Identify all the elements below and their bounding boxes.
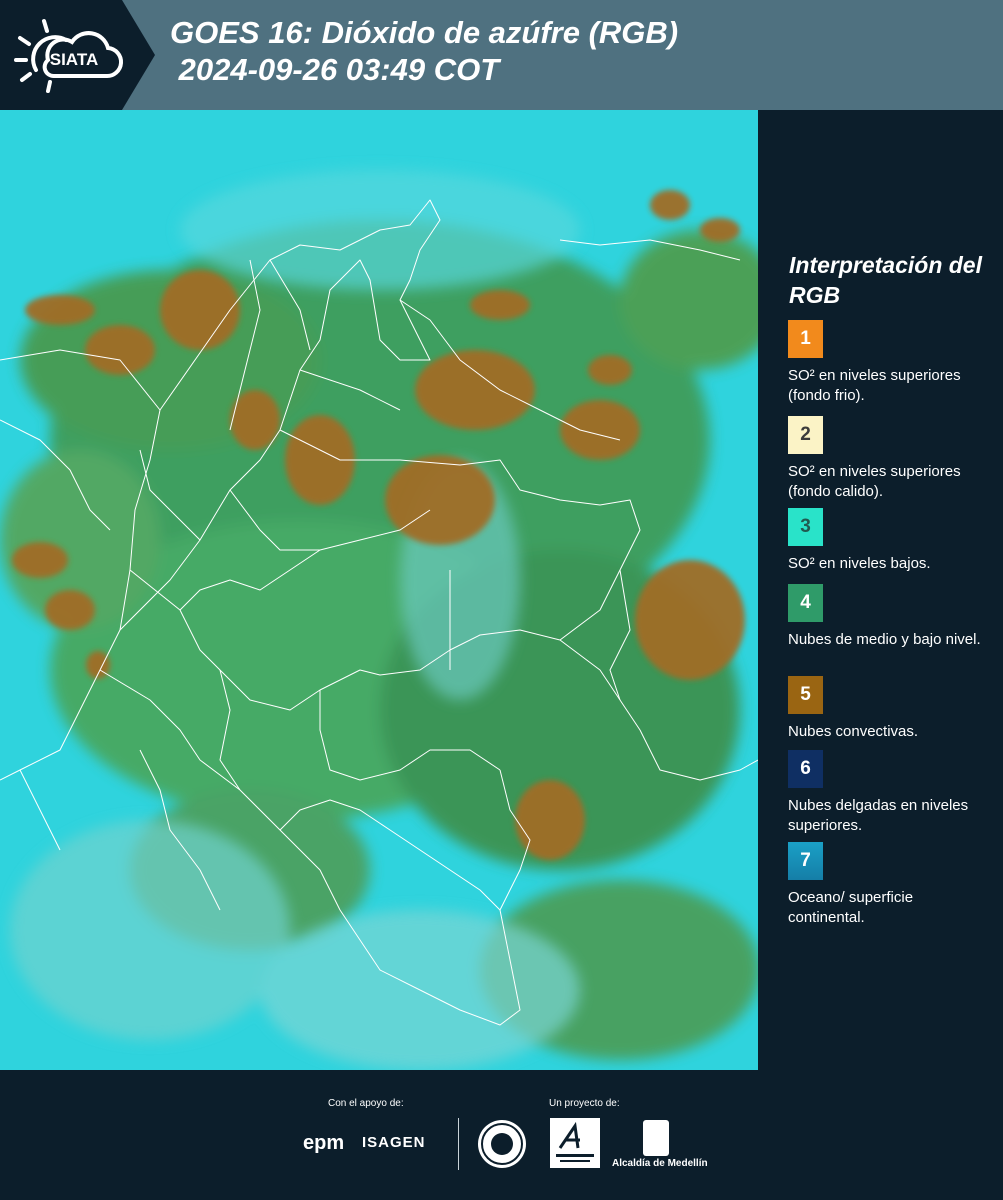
legend-swatch: 2 bbox=[788, 416, 823, 454]
area-metropolitana-logo[interactable] bbox=[550, 1118, 600, 1168]
rgb-satellite-image bbox=[0, 110, 758, 1070]
legend-item-6: 6 Nubes delgadas en niveles superiores. bbox=[788, 750, 988, 836]
legend-item-label: Nubes delgadas en niveles superiores. bbox=[788, 797, 969, 834]
legend-swatch: 6 bbox=[788, 750, 823, 788]
legend-panel: Interpretación del RGB 1 SO² en niveles … bbox=[758, 110, 1003, 1070]
legend-title: Interpretación del RGB bbox=[789, 252, 982, 308]
footer-divider bbox=[458, 1118, 459, 1170]
area-icon bbox=[556, 1121, 594, 1162]
legend-item-7: 7 Oceano/ superficie continental. bbox=[788, 842, 988, 928]
legend-item-label: SO² en niveles superiores (fondo calido)… bbox=[788, 463, 961, 500]
epm-logo[interactable]: epm bbox=[303, 1132, 344, 1155]
page-title: GOES 16: Dióxido de azúfre (RGB) 2024-09… bbox=[170, 15, 679, 87]
legend-item-label: Nubes de medio y bajo nivel. bbox=[788, 631, 981, 648]
medellin-seal-logo[interactable] bbox=[478, 1120, 526, 1168]
sun-cloud-icon: SIATA bbox=[14, 19, 124, 93]
legend-item-label: SO² en niveles bajos. bbox=[788, 555, 931, 572]
support-label: Con el apoyo de: bbox=[328, 1098, 404, 1109]
legend-item-label: Oceano/ superficie continental. bbox=[788, 889, 914, 926]
alcaldia-logo-text[interactable]: Alcaldía de Medellín bbox=[612, 1158, 708, 1169]
header-bar: SIATA GOES 16: Dióxido de azúfre (RGB) 2… bbox=[0, 0, 1003, 110]
legend-item-4: 4 Nubes de medio y bajo nivel. bbox=[788, 584, 988, 650]
legend-item-2: 2 SO² en niveles superiores (fondo calid… bbox=[788, 416, 988, 502]
legend-item-5: 5 Nubes convectivas. bbox=[788, 676, 988, 742]
legend-swatch: 4 bbox=[788, 584, 823, 622]
legend-item-label: Nubes convectivas. bbox=[788, 723, 919, 740]
legend-swatch: 7 bbox=[788, 842, 823, 880]
logo-text: SIATA bbox=[50, 50, 98, 69]
siata-logo[interactable]: SIATA bbox=[0, 0, 155, 110]
legend-item-3: 3 SO² en niveles bajos. bbox=[788, 508, 988, 574]
legend-item-1: 1 SO² en niveles superiores (fondo frio)… bbox=[788, 320, 988, 406]
isagen-logo[interactable]: ISAGEN bbox=[362, 1134, 426, 1151]
legend-swatch: 5 bbox=[788, 676, 823, 714]
legend-swatch: 1 bbox=[788, 320, 823, 358]
satellite-map[interactable] bbox=[0, 110, 758, 1070]
legend-swatch: 3 bbox=[788, 508, 823, 546]
footer: Con el apoyo de: Un proyecto de: epm ISA… bbox=[0, 1070, 1003, 1200]
project-label: Un proyecto de: bbox=[549, 1098, 620, 1109]
medellin-shield-icon bbox=[643, 1120, 669, 1156]
legend-item-label: SO² en niveles superiores (fondo frio). bbox=[788, 367, 961, 404]
seal-icon bbox=[481, 1123, 523, 1165]
